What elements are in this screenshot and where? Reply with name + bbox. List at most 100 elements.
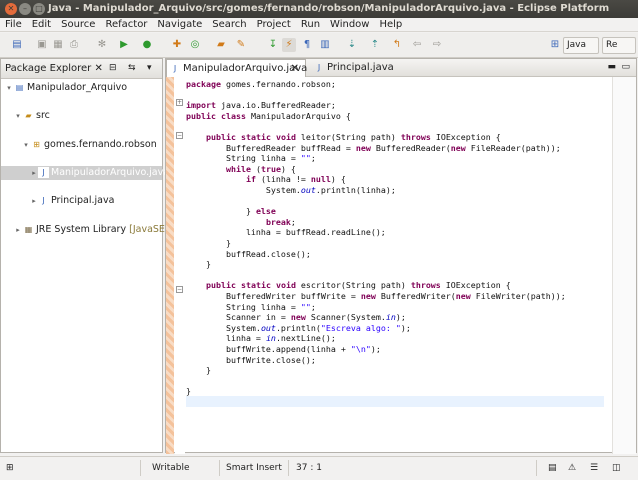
package-explorer-tab[interactable]: Package Explorer ✕ [5,62,103,76]
print-icon[interactable]: ⎙ [67,38,81,52]
status-separator [536,460,537,476]
open-perspective-icon[interactable]: ⊞ [548,38,562,52]
tree-toggle-icon[interactable]: ▸ [14,223,22,237]
view-menu-icon[interactable]: ▾ [147,63,152,73]
new-class-icon[interactable]: ◎ [188,38,202,52]
code-line[interactable]: linha = buffRead.readLine(); [186,227,386,238]
code-line[interactable]: linha = in.nextLine(); [186,333,336,344]
package-explorer-tab-label: Package Explorer [5,63,92,74]
menu-refactor[interactable]: Refactor [100,18,152,31]
menu-help[interactable]: Help [374,18,407,31]
code-line[interactable]: } else [186,206,276,217]
code-line[interactable]: System.out.println("Escreva algo: "); [186,323,411,334]
menu-file[interactable]: File [0,18,27,31]
tree-item-label: JRE System Library [36,223,127,235]
code-line[interactable]: BufferedWriter buffWrite = new BufferedW… [186,291,566,302]
problems-icon[interactable]: ⚠ [568,461,576,475]
menu-source[interactable]: Source [56,18,100,31]
show-whitespace-icon[interactable]: ¶ [300,38,314,52]
new-icon[interactable]: ▤ [10,38,24,52]
tree-toggle-icon[interactable]: ▸ [30,166,38,180]
next-edit-icon[interactable]: ⇣ [345,38,359,52]
code-line[interactable]: Scanner in = new Scanner(System.in); [186,312,406,323]
save-icon[interactable]: ▣ [35,38,49,52]
tree-item-jre-library[interactable]: ▸ ▦ JRE System Library [JavaSE-1.6 [1,223,183,237]
next-annotation-icon[interactable]: ↧ [266,38,280,52]
code-editor[interactable]: package gomes.fernando.robson; import jav… [186,77,606,454]
back-icon[interactable]: ⇦ [410,38,424,52]
fold-toggle-icon[interactable]: − [176,132,183,139]
editor-vertical-scrollbar[interactable] [612,77,636,454]
new-java-project-icon[interactable]: ✚ [170,38,184,52]
code-line[interactable]: String linha = ""; [186,153,316,164]
menu-navigate[interactable]: Navigate [152,18,207,31]
open-type-icon[interactable]: ▰ [214,38,228,52]
code-line[interactable]: buffRead.close(); [186,249,311,260]
menu-search[interactable]: Search [207,18,251,31]
code-line[interactable]: BufferedReader buffRead = new BufferedRe… [186,143,561,154]
other-perspective-button[interactable]: Re [602,37,636,54]
code-line[interactable]: public class ManipuladorArquivo { [186,111,351,122]
code-line[interactable]: } [186,386,191,397]
menu-edit[interactable]: Edit [27,18,56,31]
code-line[interactable]: public static void escritor(String path)… [186,280,511,291]
save-all-icon[interactable]: ▦ [51,38,65,52]
tree-toggle-icon[interactable]: ▾ [5,81,13,95]
code-line[interactable]: if (linha != null) { [186,174,346,185]
code-line[interactable]: while (true) { [186,164,296,175]
link-editor-icon[interactable]: ⇆ [128,63,136,73]
fold-toggle-icon[interactable]: − [176,286,183,293]
tree-item-project[interactable]: ▾ ▤ Manipulador_Arquivo [1,81,162,95]
code-line[interactable]: buffWrite.append(linha + "\n"); [186,344,381,355]
close-tab-icon[interactable]: ✕ [291,60,299,78]
tree-item-src[interactable]: ▾ ▰ src [1,109,162,123]
code-line[interactable]: String linha = ""; [186,302,316,313]
tree-item-label: src [36,110,50,122]
status-icon[interactable]: ⊞ [6,461,14,475]
tab-manipulador-arquivo[interactable]: J ManipuladorArquivo.java ✕ [166,59,307,78]
tree-item-label: Manipulador_Arquivo [27,82,128,93]
last-edit-location-icon[interactable]: ↰ [390,38,404,52]
code-line[interactable]: package gomes.fernando.robson; [186,79,336,90]
external-tools-icon[interactable]: ● [140,38,154,52]
minimize-window-icon[interactable]: – [19,3,31,15]
tree-toggle-icon[interactable]: ▾ [14,109,22,123]
other-perspective-label: Re [606,40,618,50]
code-line[interactable]: public static void leitor(String path) t… [186,132,501,143]
outline-icon[interactable]: ◫ [612,461,621,475]
debug-icon[interactable]: ✻ [95,38,109,52]
maximize-window-icon[interactable]: □ [33,3,45,15]
search-icon[interactable]: ✎ [234,38,248,52]
title-bar: ✕ – □ Java - Manipulador_Arquivo/src/gom… [0,0,638,18]
menu-project[interactable]: Project [252,18,296,31]
code-line[interactable]: buffWrite.close(); [186,355,316,366]
tree-item-package[interactable]: ▾ ⊞ gomes.fernando.robson [1,138,162,152]
fold-toggle-icon[interactable]: + [176,99,183,106]
console-icon[interactable]: ▤ [548,461,557,475]
forward-icon[interactable]: ⇨ [430,38,444,52]
code-line[interactable]: } [186,365,211,376]
maximize-view-icon[interactable]: ▭ [621,62,630,72]
code-line[interactable]: import java.io.BufferedReader; [186,100,336,111]
mark-occurrences-icon[interactable]: ⚡ [282,38,296,52]
previous-edit-icon[interactable]: ⇡ [368,38,382,52]
code-line[interactable]: break; [186,217,296,228]
tab-principal[interactable]: J Principal.java [311,59,411,77]
close-window-icon[interactable]: ✕ [5,3,17,15]
menu-window[interactable]: Window [325,18,374,31]
tree-item-principal-file[interactable]: ▸ J Principal.java [1,194,162,208]
tree-item-manipulador-file[interactable]: ▸ J ManipuladorArquivo.java [1,165,169,180]
block-selection-icon[interactable]: ▥ [318,38,332,52]
tasks-icon[interactable]: ☰ [590,461,598,475]
code-line[interactable]: } [186,238,231,249]
menu-run[interactable]: Run [296,18,325,31]
java-perspective-button[interactable]: Java [563,37,599,54]
code-line[interactable]: System.out.println(linha); [186,185,396,196]
run-icon[interactable]: ▶ [117,38,131,52]
minimize-view-icon[interactable]: ▬ [607,62,616,72]
tree-toggle-icon[interactable]: ▸ [30,194,38,208]
status-cursor-position: 37 : 1 [296,463,322,473]
tree-toggle-icon[interactable]: ▾ [22,138,30,152]
code-line[interactable]: } [186,259,211,270]
collapse-all-icon[interactable]: ⊟ [109,63,117,73]
